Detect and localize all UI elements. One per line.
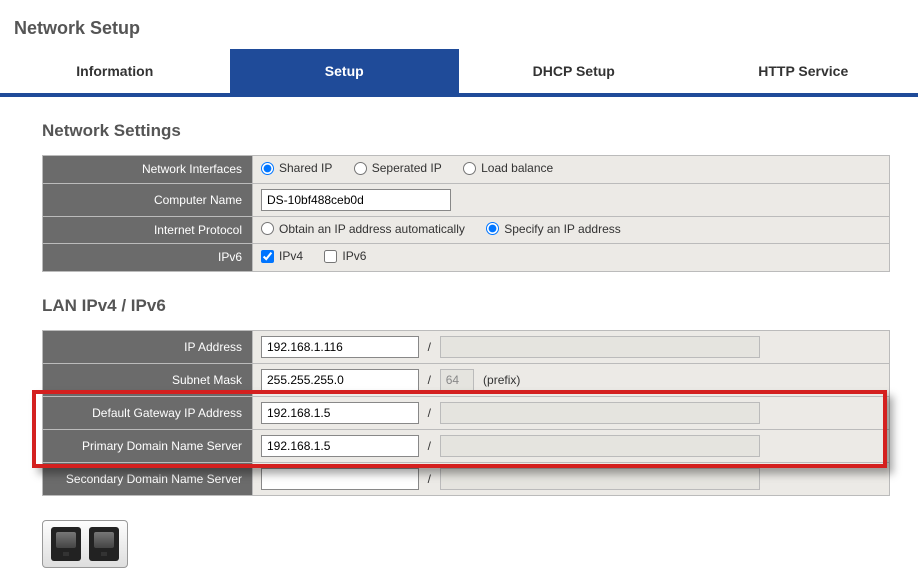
label-ipv6: IPv6: [43, 244, 253, 272]
check-ipv4[interactable]: IPv4: [261, 249, 303, 263]
radio-shared-ip[interactable]: Shared IP: [261, 161, 332, 175]
label-default-gateway: Default Gateway IP Address: [43, 396, 253, 429]
gateway-control: /: [253, 396, 890, 429]
network-interfaces-control: Shared IP Seperated IP Load balance: [253, 156, 890, 184]
radio-obtain-ip-label: Obtain an IP address automatically: [279, 222, 465, 236]
ip-address-control: /: [253, 330, 890, 363]
subnet-v4-input[interactable]: [261, 369, 419, 391]
check-ipv4-label: IPv4: [279, 249, 303, 263]
radio-shared-ip-label: Shared IP: [279, 161, 332, 175]
prefix-text: (prefix): [483, 373, 520, 387]
secondary-dns-v6-input[interactable]: [440, 468, 760, 490]
label-subnet-mask: Subnet Mask: [43, 363, 253, 396]
radio-separated-ip-label: Seperated IP: [372, 161, 442, 175]
radio-obtain-ip-input[interactable]: [261, 222, 274, 235]
primary-dns-control: /: [253, 429, 890, 462]
radio-specify-ip-label: Specify an IP address: [504, 222, 621, 236]
network-settings-table: Network Interfaces Shared IP Seperated I…: [42, 155, 890, 272]
page-title: Network Setup: [0, 0, 918, 49]
label-primary-dns: Primary Domain Name Server: [43, 429, 253, 462]
label-network-interfaces: Network Interfaces: [43, 156, 253, 184]
ip-v4-input[interactable]: [261, 336, 419, 358]
tab-setup[interactable]: Setup: [230, 49, 460, 93]
radio-shared-ip-input[interactable]: [261, 162, 274, 175]
primary-dns-v6-input[interactable]: [440, 435, 760, 457]
check-ipv6-input[interactable]: [324, 250, 337, 263]
label-computer-name: Computer Name: [43, 183, 253, 216]
lan-heading: LAN IPv4 / IPv6: [42, 296, 890, 316]
primary-dns-v4-input[interactable]: [261, 435, 419, 457]
port-panel[interactable]: [42, 520, 128, 568]
tab-http-service[interactable]: HTTP Service: [689, 49, 918, 93]
label-internet-protocol: Internet Protocol: [43, 216, 253, 244]
check-ipv4-input[interactable]: [261, 250, 274, 263]
internet-protocol-control: Obtain an IP address automatically Speci…: [253, 216, 890, 244]
subnet-prefix-input[interactable]: [440, 369, 474, 391]
tab-dhcp-setup[interactable]: DHCP Setup: [459, 49, 689, 93]
radio-load-balance-label: Load balance: [481, 161, 553, 175]
check-ipv6[interactable]: IPv6: [324, 249, 366, 263]
gateway-v4-input[interactable]: [261, 402, 419, 424]
ip-v6-input[interactable]: [440, 336, 760, 358]
subnet-separator: /: [422, 373, 436, 387]
label-ip-address: IP Address: [43, 330, 253, 363]
radio-separated-ip-input[interactable]: [354, 162, 367, 175]
ethernet-port-icon: [89, 527, 119, 561]
computer-name-control: [253, 183, 890, 216]
subnet-mask-control: / (prefix): [253, 363, 890, 396]
gateway-v6-input[interactable]: [440, 402, 760, 424]
secondary-dns-separator: /: [422, 472, 436, 486]
tabs: Information Setup DHCP Setup HTTP Servic…: [0, 49, 918, 97]
ethernet-port-icon: [51, 527, 81, 561]
radio-separated-ip[interactable]: Seperated IP: [354, 161, 442, 175]
secondary-dns-control: /: [253, 462, 890, 495]
radio-specify-ip[interactable]: Specify an IP address: [486, 222, 621, 236]
radio-specify-ip-input[interactable]: [486, 222, 499, 235]
lan-table: IP Address / Subnet Mask / (prefix) Defa…: [42, 330, 890, 496]
radio-load-balance[interactable]: Load balance: [463, 161, 553, 175]
tab-information[interactable]: Information: [0, 49, 230, 93]
ip-separator: /: [422, 340, 436, 354]
check-ipv6-label: IPv6: [342, 249, 366, 263]
gateway-separator: /: [422, 406, 436, 420]
label-secondary-dns: Secondary Domain Name Server: [43, 462, 253, 495]
radio-obtain-ip[interactable]: Obtain an IP address automatically: [261, 222, 465, 236]
ipv6-control: IPv4 IPv6: [253, 244, 890, 272]
secondary-dns-v4-input[interactable]: [261, 468, 419, 490]
computer-name-input[interactable]: [261, 189, 451, 211]
network-settings-heading: Network Settings: [42, 121, 890, 141]
primary-dns-separator: /: [422, 439, 436, 453]
radio-load-balance-input[interactable]: [463, 162, 476, 175]
